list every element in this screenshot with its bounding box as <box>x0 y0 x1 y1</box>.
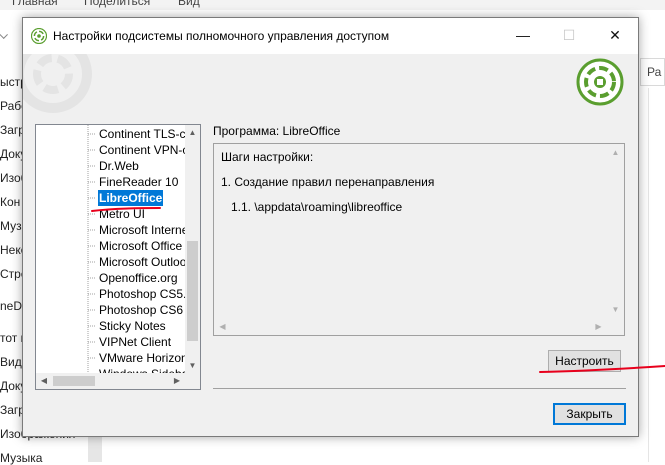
scroll-right-icon[interactable]: ▶ <box>169 373 185 389</box>
ribbon-tab-view[interactable]: Вид <box>178 0 200 8</box>
minimize-icon: — <box>516 27 530 43</box>
tree-item[interactable]: VIPNet Client <box>98 334 172 350</box>
tree-item[interactable]: Photoshop CS6 <box>98 302 184 318</box>
nav-item[interactable]: Изоб <box>0 171 24 185</box>
step-item: 1. Создание правил перенаправления <box>221 175 435 189</box>
nav-item[interactable]: ыстр <box>0 75 24 89</box>
dialog-separator <box>213 388 626 389</box>
ribbon-tab-share[interactable]: Поделиться <box>84 0 150 8</box>
nav-item[interactable]: тот к <box>0 331 24 345</box>
explorer-file-list: Ра <box>640 10 665 462</box>
nav-item[interactable]: Виде <box>0 355 24 369</box>
nav-item[interactable]: Рабо <box>0 99 24 113</box>
program-tree[interactable]: Continent TLS-clie Continent VPN-clie Dr… <box>35 124 201 390</box>
tree-item[interactable]: FineReader 10 <box>98 174 179 190</box>
scroll-up-icon[interactable]: ▲ <box>185 125 200 140</box>
scroll-thumb[interactable] <box>187 241 198 341</box>
tree-item[interactable]: Photoshop CS5.1 <box>98 286 194 302</box>
configure-button[interactable]: Настроить <box>548 350 621 372</box>
watermark-logo-icon <box>23 54 92 113</box>
maximize-icon: ☐ <box>562 26 576 43</box>
scroll-up-icon: ▲ <box>611 148 620 157</box>
tree-item[interactable]: Microsoft Office <box>98 238 183 254</box>
scroll-right-icon: ▶ <box>595 322 602 331</box>
step-subitem: 1.1. \appdata\roaming\libreoffice <box>231 200 403 214</box>
tree-item[interactable]: Sticky Notes <box>98 318 167 334</box>
nav-item[interactable]: Музы <box>0 219 24 233</box>
tree-item[interactable]: Microsoft Outlook <box>98 254 193 270</box>
tree-item-selected[interactable]: LibreOffice <box>98 190 164 206</box>
tree-item[interactable]: Microsoft Interne <box>98 222 189 238</box>
tree-vertical-scrollbar[interactable]: ▲ ▼ <box>185 125 200 373</box>
tree-item[interactable]: Metro UI <box>98 206 146 222</box>
scroll-down-icon[interactable]: ▼ <box>185 358 200 373</box>
nav-item[interactable]: Загр <box>0 123 24 137</box>
nav-item[interactable]: Стро <box>0 267 24 281</box>
dialog-titlebar[interactable]: Настройки подсистемы полномочного управл… <box>23 18 638 54</box>
close-window-button[interactable]: ✕ <box>592 18 638 52</box>
scroll-thumb[interactable] <box>53 376 95 386</box>
column-divider <box>648 88 649 462</box>
steps-horizontal-scrollbar: ◀ ▶ <box>214 318 607 335</box>
close-icon: ✕ <box>609 26 621 43</box>
tree-item[interactable]: Dr.Web <box>98 158 140 174</box>
scroll-left-icon: ◀ <box>219 322 226 331</box>
steps-vertical-scrollbar: ▲ ▼ <box>607 144 624 318</box>
setup-steps-box: Шаги настройки: 1. Создание правил перен… <box>213 143 625 336</box>
brand-logo-icon <box>576 58 624 106</box>
app-shield-icon <box>31 28 47 44</box>
nav-item[interactable]: Загр <box>0 403 24 417</box>
tree-horizontal-scrollbar[interactable]: ◀ ▶ <box>36 373 185 389</box>
scroll-down-icon: ▼ <box>611 305 620 314</box>
explorer-ribbon: Главная Поделиться Вид <box>0 0 665 10</box>
nav-item[interactable]: Доку <box>0 147 24 161</box>
tree-item[interactable]: Openoffice.org <box>98 270 179 286</box>
nav-item[interactable]: Неко <box>0 243 24 257</box>
scroll-left-icon[interactable]: ◀ <box>36 373 52 389</box>
settings-dialog: Настройки подсистемы полномочного управл… <box>22 17 639 437</box>
maximize-button: ☐ <box>546 18 592 52</box>
scrollbar-corner <box>185 373 200 389</box>
nav-item[interactable]: Доку <box>0 379 24 393</box>
program-label: Программа: LibreOffice <box>213 124 341 138</box>
tree-item[interactable]: Continent TLS-clie <box>98 126 199 142</box>
nav-item[interactable]: neDr <box>0 299 24 313</box>
nav-item[interactable]: Кон <box>0 195 20 209</box>
dialog-title: Настройки подсистемы полномочного управл… <box>53 29 390 43</box>
steps-heading: Шаги настройки: <box>221 150 314 164</box>
explorer-nav-pane: ыстр Рабо Загр Доку Изоб Кон Музы Неко С… <box>0 10 24 462</box>
ribbon-tab-home[interactable]: Главная <box>12 0 58 8</box>
close-button[interactable]: Закрыть <box>553 403 626 425</box>
column-header[interactable]: Ра <box>640 58 665 86</box>
minimize-button[interactable]: — <box>500 18 546 52</box>
nav-item-music[interactable]: Музыка <box>0 451 42 465</box>
